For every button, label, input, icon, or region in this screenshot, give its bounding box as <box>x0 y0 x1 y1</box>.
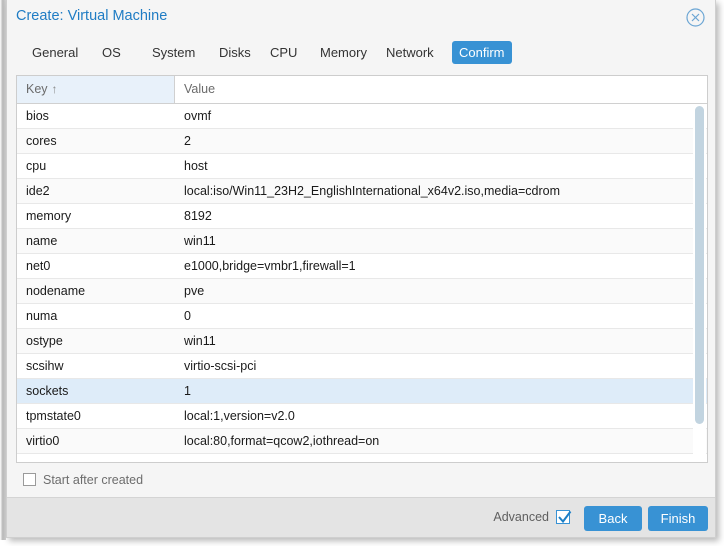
table-row[interactable]: cores 2 <box>17 129 707 154</box>
page-title: Create: Virtual Machine <box>16 8 168 24</box>
table-row[interactable]: scsihw virtio-scsi-pci <box>17 354 707 379</box>
table-row[interactable]: virtio0 local:80,format=qcow2,iothread=on <box>17 429 707 454</box>
table-row[interactable]: bios ovmf <box>17 104 707 129</box>
cell-value: win11 <box>184 234 216 248</box>
table-row[interactable]: name win11 <box>17 229 707 254</box>
grid-scrollbar[interactable] <box>693 104 706 462</box>
start-after-created-checkbox[interactable] <box>23 473 36 486</box>
cell-value: win11 <box>184 334 216 348</box>
grid-header: Key ↑ Value <box>17 76 707 104</box>
cell-key: net0 <box>26 259 51 273</box>
cell-value: local:iso/Win11_23H2_EnglishInternationa… <box>184 184 561 198</box>
cell-key: cores <box>26 134 57 148</box>
table-row[interactable]: ostype win11 <box>17 329 707 354</box>
cell-value: ovmf <box>184 109 212 123</box>
cell-value: pve <box>184 284 205 298</box>
close-icon[interactable] <box>686 8 705 27</box>
table-row[interactable]: cpu host <box>17 154 707 179</box>
cell-key: memory <box>26 209 72 223</box>
table-row[interactable]: sockets 1 <box>17 379 707 404</box>
advanced-label: Advanced <box>493 510 549 524</box>
cell-key: virtio0 <box>26 434 60 448</box>
cell-key: sockets <box>26 384 69 398</box>
cell-key: bios <box>26 109 49 123</box>
cell-key: numa <box>26 309 58 323</box>
cell-value: 0 <box>184 309 191 323</box>
tab-confirm[interactable]: Confirm <box>452 41 512 64</box>
cell-key: cpu <box>26 159 47 173</box>
cell-key: ide2 <box>26 184 50 198</box>
table-row[interactable]: nodename pve <box>17 279 707 304</box>
start-after-created-label: Start after created <box>43 473 144 487</box>
table-row[interactable]: ide2 local:iso/Win11_23H2_EnglishInternat… <box>17 179 707 204</box>
column-header-key-label: Key <box>26 82 48 96</box>
cell-value: local:1,version=v2.0 <box>184 409 295 423</box>
grid-body: bios ovmf cores 2 cpu host ide2 local:iso/Win11… <box>17 104 707 462</box>
tab-bar: General OS System Disks CPU Memory Network Conf… <box>7 36 715 72</box>
cell-key: ostype <box>26 334 63 348</box>
cell-value: 8192 <box>184 209 212 223</box>
tab-memory[interactable]: Memory <box>313 41 374 64</box>
grid-scrollbar-thumb[interactable] <box>695 106 704 424</box>
tab-network[interactable]: Network <box>379 41 441 64</box>
cell-value: host <box>184 159 208 173</box>
create-vm-dialog: Create: Virtual Machine General OS System D… <box>6 0 716 538</box>
tab-disks[interactable]: Disks <box>212 41 258 64</box>
cell-key: scsihw <box>26 359 64 373</box>
summary-grid-panel: Key ↑ Value bios ovmf cores 2 cpu host ide2 loca… <box>16 75 708 463</box>
cell-value: local:80,format=qcow2,iothread=on <box>184 434 380 448</box>
dialog-titlebar: Create: Virtual Machine <box>7 0 715 36</box>
column-header-key[interactable]: Key ↑ <box>17 76 175 103</box>
tab-system[interactable]: System <box>145 41 202 64</box>
table-row[interactable]: memory 8192 <box>17 204 707 229</box>
column-header-value-label: Value <box>184 82 216 96</box>
cell-key: tpmstate0 <box>26 409 81 423</box>
table-row[interactable]: numa 0 <box>17 304 707 329</box>
cell-value: e1000,bridge=vmbr1,firewall=1 <box>184 259 356 273</box>
cell-key: name <box>26 234 58 248</box>
table-row[interactable]: tpmstate0 local:1,version=v2.0 <box>17 404 707 429</box>
tab-os[interactable]: OS <box>95 41 128 64</box>
dialog-footer: Advanced Back Finish <box>7 497 715 537</box>
advanced-checkbox[interactable] <box>556 510 572 524</box>
cell-value: virtio-scsi-pci <box>184 359 257 373</box>
column-header-value[interactable]: Value <box>175 76 707 103</box>
cell-value: 1 <box>184 384 191 398</box>
cell-key: nodename <box>26 284 86 298</box>
back-button[interactable]: Back <box>584 506 642 531</box>
finish-button[interactable]: Finish <box>648 506 708 531</box>
sort-ascending-icon: ↑ <box>51 82 58 96</box>
cell-value: 2 <box>184 134 191 148</box>
tab-cpu[interactable]: CPU <box>263 41 304 64</box>
table-row[interactable]: net0 e1000,bridge=vmbr1,firewall=1 <box>17 254 707 279</box>
tab-general[interactable]: General <box>25 41 85 64</box>
